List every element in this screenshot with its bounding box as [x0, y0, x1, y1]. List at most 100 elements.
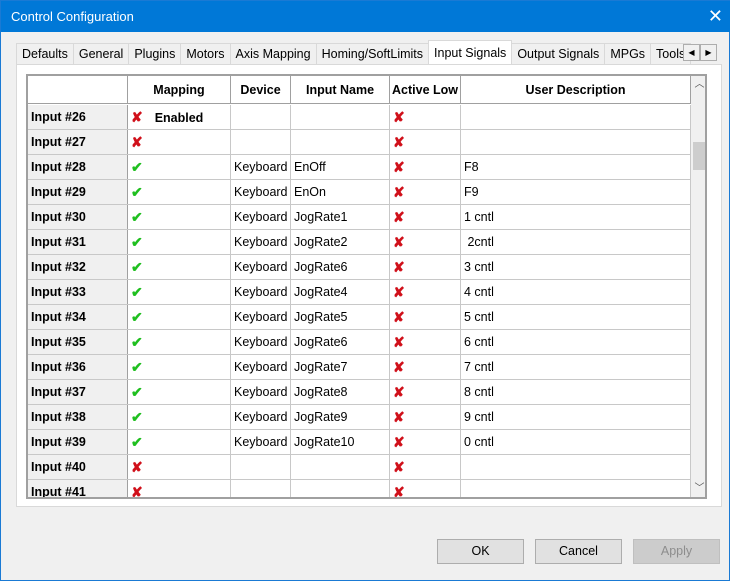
active-low-cell[interactable]: ✘: [390, 205, 461, 229]
device-cell[interactable]: Keyboard: [231, 405, 291, 429]
tab-plugins[interactable]: Plugins: [128, 43, 182, 64]
vertical-scrollbar[interactable]: ︿ ﹀: [691, 76, 705, 497]
mapping-enabled-cell[interactable]: ✔: [128, 205, 231, 229]
user-description-cell[interactable]: 0 cntl: [461, 430, 691, 454]
active-low-cell[interactable]: ✘: [390, 230, 461, 254]
check-icon[interactable]: ✔: [131, 209, 143, 225]
check-icon[interactable]: ✔: [131, 259, 143, 275]
input-name-cell[interactable]: JogRate6: [291, 330, 390, 354]
device-cell[interactable]: [231, 130, 291, 154]
column-header[interactable]: Mapping Enabled: [128, 76, 231, 125]
check-icon[interactable]: ✔: [131, 334, 143, 350]
user-description-cell[interactable]: [461, 480, 691, 497]
active-low-cell[interactable]: ✘: [390, 405, 461, 429]
table-row[interactable]: Input #34 ✔ Keyboard JogRate5 ✘ 5 cntl: [28, 305, 691, 330]
input-name-cell[interactable]: JogRate9: [291, 405, 390, 429]
cross-icon[interactable]: ✘: [393, 209, 405, 225]
table-row[interactable]: Input #27 ✘ ✘: [28, 130, 691, 155]
scroll-down-icon[interactable]: ﹀: [691, 480, 705, 497]
cross-icon[interactable]: ✘: [393, 359, 405, 375]
mapping-enabled-cell[interactable]: ✔: [128, 180, 231, 204]
tab-scroll-right-button[interactable]: ▶: [700, 44, 717, 61]
device-cell[interactable]: Keyboard: [231, 280, 291, 304]
device-cell[interactable]: [231, 455, 291, 479]
table-row[interactable]: Input #39 ✔ Keyboard JogRate10 ✘ 0 cntl: [28, 430, 691, 455]
table-row[interactable]: Input #28 ✔ Keyboard EnOff ✘ F8: [28, 155, 691, 180]
user-description-cell[interactable]: 1 cntl: [461, 205, 691, 229]
table-row[interactable]: Input #36 ✔ Keyboard JogRate7 ✘ 7 cntl: [28, 355, 691, 380]
check-icon[interactable]: ✔: [131, 234, 143, 250]
user-description-cell[interactable]: 8 cntl: [461, 380, 691, 404]
cross-icon[interactable]: ✘: [393, 134, 405, 150]
check-icon[interactable]: ✔: [131, 384, 143, 400]
apply-button[interactable]: Apply: [633, 539, 720, 564]
cross-icon[interactable]: ✘: [393, 259, 405, 275]
device-cell[interactable]: [231, 480, 291, 497]
mapping-enabled-cell[interactable]: ✔: [128, 330, 231, 354]
user-description-cell[interactable]: 2cntl: [461, 230, 691, 254]
user-description-cell[interactable]: 4 cntl: [461, 280, 691, 304]
cross-icon[interactable]: ✘: [131, 109, 143, 125]
table-row[interactable]: Input #30 ✔ Keyboard JogRate1 ✘ 1 cntl: [28, 205, 691, 230]
tab-output-signals[interactable]: Output Signals: [511, 43, 606, 64]
table-row[interactable]: Input #33 ✔ Keyboard JogRate4 ✘ 4 cntl: [28, 280, 691, 305]
table-row[interactable]: Input #29 ✔ Keyboard EnOn ✘ F9: [28, 180, 691, 205]
input-name-cell[interactable]: JogRate10: [291, 430, 390, 454]
cross-icon[interactable]: ✘: [393, 409, 405, 425]
device-cell[interactable]: Keyboard: [231, 155, 291, 179]
table-row[interactable]: Input #31 ✔ Keyboard JogRate2 ✘ 2cntl: [28, 230, 691, 255]
input-name-cell[interactable]: [291, 105, 390, 129]
cross-icon[interactable]: ✘: [393, 284, 405, 300]
table-row[interactable]: Input #26 ✘ ✘: [28, 105, 691, 130]
cross-icon[interactable]: ✘: [393, 434, 405, 450]
cross-icon[interactable]: ✘: [393, 159, 405, 175]
mapping-enabled-cell[interactable]: ✔: [128, 380, 231, 404]
check-icon[interactable]: ✔: [131, 284, 143, 300]
input-name-cell[interactable]: EnOn: [291, 180, 390, 204]
mapping-enabled-cell[interactable]: ✘: [128, 455, 231, 479]
device-cell[interactable]: Keyboard: [231, 205, 291, 229]
cross-icon[interactable]: ✘: [393, 484, 405, 497]
user-description-cell[interactable]: [461, 105, 691, 129]
column-header[interactable]: User Description: [461, 76, 691, 103]
device-cell[interactable]: [231, 105, 291, 129]
active-low-cell[interactable]: ✘: [390, 130, 461, 154]
table-row[interactable]: Input #37 ✔ Keyboard JogRate8 ✘ 8 cntl: [28, 380, 691, 405]
column-header[interactable]: Device: [231, 76, 291, 103]
cross-icon[interactable]: ✘: [393, 384, 405, 400]
check-icon[interactable]: ✔: [131, 309, 143, 325]
tab-input-signals[interactable]: Input Signals: [428, 40, 513, 64]
tab-general[interactable]: General: [72, 43, 130, 64]
active-low-cell[interactable]: ✘: [390, 280, 461, 304]
input-name-cell[interactable]: [291, 130, 390, 154]
device-cell[interactable]: Keyboard: [231, 355, 291, 379]
input-name-cell[interactable]: JogRate6: [291, 255, 390, 279]
table-row[interactable]: Input #35 ✔ Keyboard JogRate6 ✘ 6 cntl: [28, 330, 691, 355]
user-description-cell[interactable]: 3 cntl: [461, 255, 691, 279]
scroll-thumb[interactable]: [693, 142, 705, 170]
mapping-enabled-cell[interactable]: ✔: [128, 405, 231, 429]
active-low-cell[interactable]: ✘: [390, 155, 461, 179]
cross-icon[interactable]: ✘: [393, 334, 405, 350]
input-name-cell[interactable]: JogRate8: [291, 380, 390, 404]
column-header[interactable]: Active Low: [390, 76, 461, 103]
active-low-cell[interactable]: ✘: [390, 105, 461, 129]
input-name-cell[interactable]: EnOff: [291, 155, 390, 179]
user-description-cell[interactable]: [461, 455, 691, 479]
check-icon[interactable]: ✔: [131, 159, 143, 175]
check-icon[interactable]: ✔: [131, 409, 143, 425]
tab-mpgs[interactable]: MPGs: [604, 43, 652, 64]
user-description-cell[interactable]: 5 cntl: [461, 305, 691, 329]
cross-icon[interactable]: ✘: [131, 484, 143, 497]
cross-icon[interactable]: ✘: [393, 459, 405, 475]
cross-icon[interactable]: ✘: [393, 309, 405, 325]
cross-icon[interactable]: ✘: [393, 234, 405, 250]
input-name-cell[interactable]: JogRate4: [291, 280, 390, 304]
active-low-cell[interactable]: ✘: [390, 330, 461, 354]
user-description-cell[interactable]: [461, 130, 691, 154]
tab-homing-softlimits[interactable]: Homing/SoftLimits: [315, 43, 430, 64]
input-name-cell[interactable]: [291, 455, 390, 479]
cross-icon[interactable]: ✘: [393, 109, 405, 125]
column-header[interactable]: [28, 76, 128, 103]
device-cell[interactable]: Keyboard: [231, 330, 291, 354]
